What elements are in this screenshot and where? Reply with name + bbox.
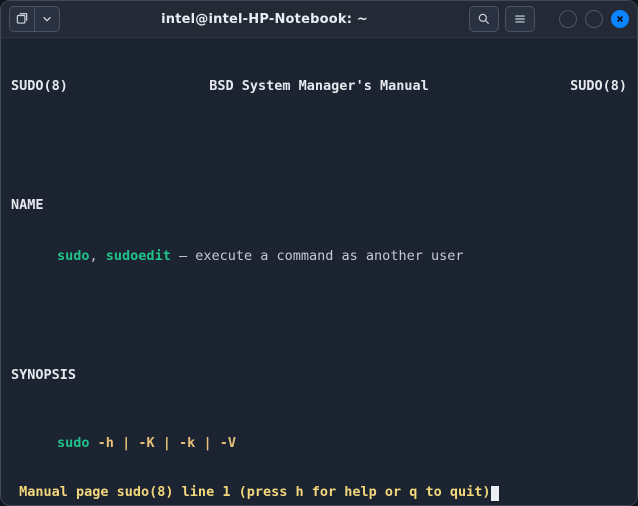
- man-header-center: BSD System Manager's Manual: [209, 78, 428, 95]
- cursor-icon: [491, 486, 499, 501]
- man-header-left: SUDO(8): [11, 78, 68, 95]
- section-name: NAME: [11, 197, 627, 214]
- titlebar: intel@intel-HP-Notebook: ~: [1, 1, 637, 38]
- syn-2: sudo -v [-ABknS] [-g group] [-h host] [-…: [11, 503, 627, 505]
- tab-dropdown-button[interactable]: [35, 7, 59, 31]
- name-line: sudo, sudoedit — execute a command as an…: [11, 248, 627, 265]
- section-synopsis: SYNOPSIS: [11, 367, 627, 384]
- terminal-window: intel@intel-HP-Notebook: ~ SUDO(8) BSD S…: [0, 0, 638, 506]
- syn-1: sudo -h | -K | -k | -V: [11, 435, 627, 452]
- new-tab-button[interactable]: [10, 7, 34, 31]
- man-header: SUDO(8) BSD System Manager's Manual SUDO…: [11, 78, 627, 95]
- tab-controls: [9, 6, 60, 32]
- man-header-right: SUDO(8): [570, 78, 627, 95]
- window-title: intel@intel-HP-Notebook: ~: [66, 12, 463, 27]
- pager-status: Manual page sudo(8) line 1 (press h for …: [11, 484, 627, 501]
- close-button[interactable]: [611, 10, 629, 28]
- hamburger-menu-button[interactable]: [505, 6, 535, 32]
- minimize-button[interactable]: [559, 10, 577, 28]
- terminal-content[interactable]: SUDO(8) BSD System Manager's Manual SUDO…: [1, 38, 637, 505]
- search-button[interactable]: [469, 6, 499, 32]
- maximize-button[interactable]: [585, 10, 603, 28]
